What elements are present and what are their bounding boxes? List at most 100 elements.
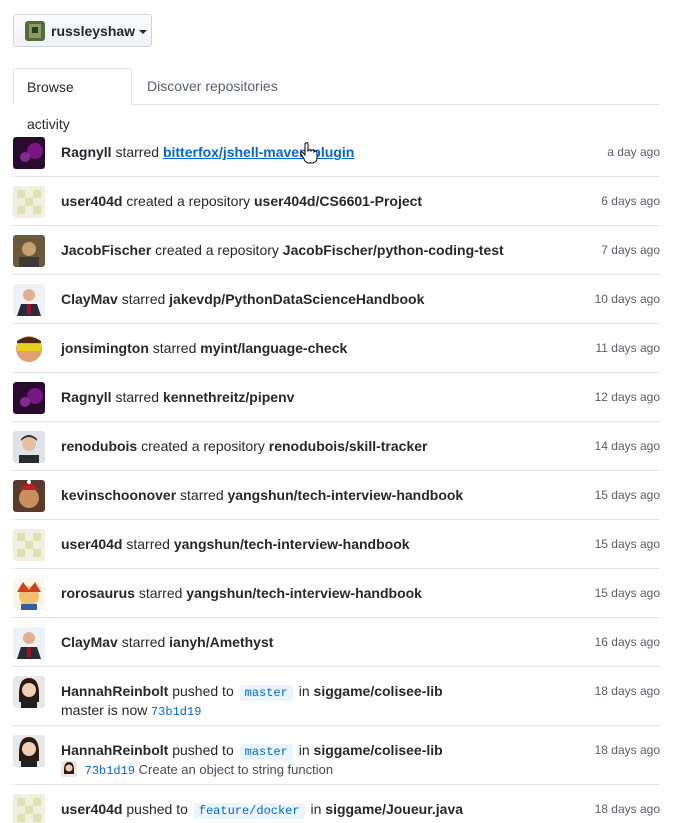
feed-action: starred: [115, 144, 160, 160]
feed-action: pushed to: [126, 801, 188, 817]
feed-time: 7 days ago: [601, 243, 660, 257]
feed-repo-link[interactable]: JacobFischer/python-coding-test: [283, 242, 504, 258]
feed-repo-link[interactable]: user404d/CS6601-Project: [254, 193, 422, 209]
avatar[interactable]: [13, 676, 45, 708]
branch-link[interactable]: master: [239, 685, 293, 701]
feed-user-link[interactable]: user404d: [61, 193, 122, 209]
feed-in-label: in: [310, 801, 322, 817]
feed-in-label: in: [298, 683, 310, 699]
feed-user-link[interactable]: ClayMav: [61, 291, 118, 307]
avatar[interactable]: [13, 186, 45, 218]
feed-item: ClayMav starred jakevdp/PythonDataScienc…: [13, 275, 660, 324]
branch-link[interactable]: feature/docker: [193, 803, 305, 819]
feed-action: created a repository: [126, 193, 251, 209]
feed-action: starred: [138, 585, 183, 601]
feed-action: pushed to: [172, 742, 234, 758]
feed-item-push: user404d pushed to feature/docker in sig…: [13, 785, 660, 823]
commit-message: Create an object to string function: [138, 762, 334, 777]
feed-action: created a repository: [141, 438, 265, 454]
commit-author-avatar[interactable]: [61, 761, 77, 777]
feed-user-link[interactable]: JacobFischer: [61, 242, 151, 258]
feed-user-link[interactable]: Ragnyll: [61, 144, 112, 160]
tab-browse-activity[interactable]: Browse activity: [13, 68, 132, 132]
feed-action: starred: [126, 536, 170, 552]
avatar[interactable]: [13, 735, 45, 767]
avatar[interactable]: [13, 284, 45, 316]
feed-repo-link[interactable]: siggame/colisee-lib: [314, 742, 443, 758]
avatar[interactable]: [13, 431, 45, 463]
feed-repo-link[interactable]: bitterfox/jshell-maven-plugin: [163, 144, 354, 160]
feed-user-link[interactable]: HannahReinbolt: [61, 683, 168, 699]
hand-pointer-cursor-icon: [300, 142, 318, 164]
feed-repo-link[interactable]: ianyh/Amethyst: [169, 634, 273, 650]
feed-time: 10 days ago: [594, 292, 660, 306]
feed-repo-link[interactable]: siggame/Joueur.java: [325, 801, 463, 817]
feed-action: starred: [152, 340, 197, 356]
activity-feed: Ragnyll starred bitterfox/jshell-maven-p…: [13, 128, 660, 823]
feed-time: 15 days ago: [594, 488, 660, 502]
user-avatar: [25, 20, 45, 41]
caret-down-icon: [139, 29, 148, 34]
feed-item: kevinschoonover starred yangshun/tech-in…: [13, 471, 660, 520]
feed-user-link[interactable]: rorosaurus: [61, 585, 135, 601]
avatar[interactable]: [13, 382, 45, 414]
tab-discover-repositories[interactable]: Discover repositories: [134, 68, 291, 105]
feed-time: 6 days ago: [601, 194, 660, 208]
avatar[interactable]: [13, 627, 45, 659]
feed-item: user404d starred yangshun/tech-interview…: [13, 520, 660, 569]
feed-user-link[interactable]: renodubois: [61, 438, 137, 454]
feed-item: user404d created a repository user404d/C…: [13, 177, 660, 226]
avatar[interactable]: [13, 794, 45, 823]
avatar[interactable]: [13, 529, 45, 561]
feed-user-link[interactable]: Ragnyll: [61, 389, 112, 405]
feed-user-link[interactable]: kevinschoonover: [61, 487, 176, 503]
feed-time: 18 days ago: [594, 743, 660, 757]
feed-user-link[interactable]: ClayMav: [61, 634, 118, 650]
tab-bar: Browse activity Discover repositories: [13, 68, 660, 132]
feed-action: starred: [180, 487, 224, 503]
avatar[interactable]: [13, 137, 45, 169]
branch-link[interactable]: master: [239, 744, 293, 760]
feed-repo-link[interactable]: yangshun/tech-interview-handbook: [174, 536, 410, 552]
feed-time: a day ago: [607, 145, 660, 159]
feed-time: 15 days ago: [594, 586, 660, 600]
branch-status-text: master is now: [61, 702, 148, 718]
feed-repo-link[interactable]: myint/language-check: [200, 340, 347, 356]
feed-time: 16 days ago: [594, 635, 660, 649]
feed-time: 18 days ago: [594, 802, 660, 816]
feed-repo-link[interactable]: kennethreitz/pipenv: [163, 389, 294, 405]
avatar[interactable]: [13, 578, 45, 610]
avatar[interactable]: [13, 333, 45, 365]
feed-item: rorosaurus starred yangshun/tech-intervi…: [13, 569, 660, 618]
feed-in-label: in: [298, 742, 310, 758]
feed-time: 15 days ago: [594, 537, 660, 551]
feed-repo-link[interactable]: jakevdp/PythonDataScienceHandbook: [169, 291, 424, 307]
feed-action: created a repository: [155, 242, 279, 258]
context-username: russleyshaw: [51, 22, 136, 39]
feed-action: starred: [121, 634, 166, 650]
commit-sha-link[interactable]: 73b1d19: [151, 705, 201, 719]
feed-repo-link[interactable]: renodubois/skill-tracker: [269, 438, 428, 454]
feed-time: 18 days ago: [594, 684, 660, 698]
feed-item: JacobFischer created a repository JacobF…: [13, 226, 660, 275]
feed-action: starred: [121, 291, 166, 307]
feed-item: renodubois created a repository renodubo…: [13, 422, 660, 471]
feed-item-push: HannahReinbolt pushed to master in sigga…: [13, 726, 660, 785]
context-switcher-button[interactable]: russleyshaw: [13, 14, 152, 47]
feed-user-link[interactable]: HannahReinbolt: [61, 742, 168, 758]
feed-item-push: HannahReinbolt pushed to master in sigga…: [13, 667, 660, 726]
feed-item: ClayMav starred ianyh/Amethyst 16 days a…: [13, 618, 660, 667]
feed-repo-link[interactable]: yangshun/tech-interview-handbook: [228, 487, 464, 503]
avatar[interactable]: [13, 235, 45, 267]
commit-sha-link[interactable]: 73b1d19: [85, 764, 135, 778]
feed-repo-link[interactable]: yangshun/tech-interview-handbook: [186, 585, 422, 601]
feed-user-link[interactable]: user404d: [61, 536, 122, 552]
feed-item: jonsimington starred myint/language-chec…: [13, 324, 660, 373]
avatar[interactable]: [13, 480, 45, 512]
feed-user-link[interactable]: jonsimington: [61, 340, 149, 356]
feed-action: pushed to: [172, 683, 234, 699]
feed-repo-link[interactable]: siggame/colisee-lib: [314, 683, 443, 699]
feed-user-link[interactable]: user404d: [61, 801, 122, 817]
feed-time: 12 days ago: [594, 390, 660, 404]
feed-time: 14 days ago: [594, 439, 660, 453]
